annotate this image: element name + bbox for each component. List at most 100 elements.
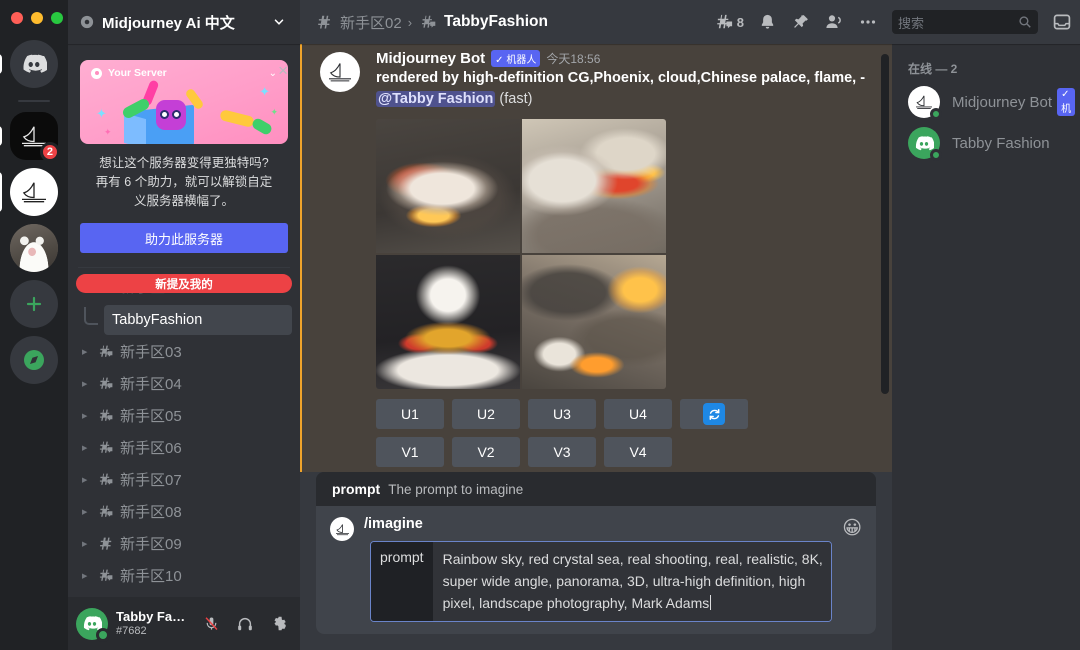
user-panel: Tabby Fas... #7682 [68, 597, 300, 650]
cat-avatar-icon[interactable] [10, 224, 58, 272]
close-icon[interactable]: × [278, 62, 288, 79]
server-dot-icon [91, 67, 102, 79]
server-notification-badge: 2 [39, 142, 60, 162]
cat-face [10, 224, 58, 272]
chevron-right-icon[interactable]: ▶ [82, 540, 92, 548]
server-midjourney-selected[interactable] [0, 168, 58, 216]
sidebar-item-channel[interactable]: ▶ 新手区04 [76, 368, 292, 399]
variation-button-v3[interactable]: V3 [528, 437, 596, 467]
server-cat[interactable] [10, 224, 58, 272]
forum-channel-icon [96, 344, 116, 360]
upscale-button-u3[interactable]: U3 [528, 399, 596, 429]
grid-image-2[interactable] [522, 119, 666, 253]
sidebar-item-channel[interactable]: ▶ 新手区09 [76, 528, 292, 559]
sidebar-item-channel[interactable]: ▶ 新手区08 [76, 496, 292, 527]
emoji-picker-button[interactable]: 😀 [842, 517, 862, 540]
guild-header[interactable]: Midjourney Ai 中文 [68, 0, 300, 44]
notifications-button[interactable] [758, 13, 777, 32]
boost-server-button[interactable]: 助力此服务器 [80, 223, 288, 253]
chevron-right-icon[interactable]: ▶ [82, 348, 92, 356]
sidebar-item-channel[interactable]: ▶ 新手区07 [76, 464, 292, 495]
status-badge [930, 149, 942, 161]
prompt-input[interactable]: Rainbow sky, red crystal sea, real shoot… [432, 542, 832, 621]
chevron-right-icon[interactable]: ▶ [82, 508, 92, 516]
midjourney-white-icon[interactable] [10, 168, 58, 216]
discord-logo-icon [23, 54, 47, 73]
message-scroll-region: Midjourney Bot ✓ 机器人 今天18:56 rendered by… [300, 44, 892, 472]
upscale-button-u2[interactable]: U2 [452, 399, 520, 429]
sidebar-item-thread-tabbyfashion[interactable]: TabbyFashion [84, 305, 292, 335]
search-input[interactable]: 搜索 [892, 10, 1038, 34]
more-options-button[interactable] [858, 12, 878, 32]
upscale-button-u4[interactable]: U4 [604, 399, 672, 429]
message-author[interactable]: Midjourney Bot [376, 50, 485, 67]
image-grid[interactable] [376, 119, 666, 389]
member-list-button[interactable] [824, 12, 844, 32]
variation-button-v1[interactable]: V1 [376, 437, 444, 467]
discord-home-icon[interactable] [10, 40, 58, 88]
sidebar-item-channel[interactable]: ▶ 新手区06 [76, 432, 292, 463]
message-scrollbar[interactable] [881, 54, 889, 394]
member-item[interactable]: Tabby Fashion [900, 123, 1072, 163]
chevron-right-icon[interactable]: ▶ [82, 444, 92, 452]
new-mentions-divider[interactable]: 新提及我的 [76, 274, 292, 293]
sidebar-item-label: 新手区06 [120, 440, 182, 457]
user-identity[interactable]: Tabby Fas... #7682 [116, 610, 190, 638]
sidebar-item-label: 新手区10 [120, 568, 182, 585]
threads-button[interactable]: 8 [715, 13, 744, 32]
mention-divider-row: ▶ 新手区 新提及我的 [68, 268, 300, 304]
chevron-right-icon[interactable]: ▶ [82, 476, 92, 484]
chevron-right-icon[interactable]: ▶ [82, 412, 92, 420]
chevron-right-icon[interactable]: ▶ [82, 380, 92, 388]
grid-image-1[interactable] [376, 119, 520, 253]
close-window-button[interactable] [11, 12, 23, 24]
main-content: 新手区02 › TabbyFashion 8 搜索 Midjourney Bot… [300, 0, 1080, 650]
variation-button-v4[interactable]: V4 [604, 437, 672, 467]
topbar-actions: 8 搜索 [715, 10, 1072, 34]
boost-banner-illustration: Your Server ⌄ ✦ ✦ ✦ ✦ [80, 60, 288, 144]
mute-microphone-button[interactable] [198, 611, 224, 637]
sidebar-item-channel[interactable]: ▶ 新手区05 [76, 400, 292, 431]
boost-promo-text: 想让这个服务器变得更独特吗? 再有 6 个助力，就可以解锁自定 义服务器横幅了。 [95, 156, 273, 208]
chevron-right-icon[interactable]: ▶ [82, 572, 92, 580]
avatar[interactable] [76, 607, 110, 642]
sidebar-item-channel[interactable]: ▶ 新手区10 [76, 560, 292, 591]
mention-chip[interactable]: @Tabby Fashion [376, 91, 496, 107]
forum-channel-icon [96, 568, 116, 584]
server-midjourney-alt[interactable]: 2 [0, 112, 60, 162]
wumpus-leg [219, 109, 255, 128]
pinned-messages-button[interactable] [791, 13, 810, 32]
minimize-window-button[interactable] [31, 12, 43, 24]
server-home[interactable] [0, 40, 58, 88]
breadcrumb-parent[interactable]: 新手区02 [340, 12, 402, 33]
bot-badge: ✓ 机 [1057, 88, 1076, 116]
inbox-button[interactable] [1052, 12, 1072, 32]
command-input-row[interactable]: /imagine prompt Rainbow sky, red crystal… [316, 506, 876, 634]
add-server-button[interactable] [10, 280, 58, 328]
prompt-argument-field[interactable]: prompt Rainbow sky, red crystal sea, rea… [370, 541, 833, 622]
explore-servers-button[interactable] [10, 336, 58, 384]
user-settings-button[interactable] [266, 611, 292, 637]
reroll-button[interactable] [680, 399, 748, 429]
member-item[interactable]: Midjourney Bot ✓ 机 [900, 82, 1076, 122]
deafen-button[interactable] [232, 611, 258, 637]
prompt-input-value: Rainbow sky, red crystal sea, real shoot… [442, 551, 823, 611]
maximize-window-button[interactable] [51, 12, 63, 24]
compass-icon[interactable] [10, 336, 58, 384]
plus-icon[interactable] [10, 280, 58, 328]
grid-image-4[interactable] [522, 255, 666, 389]
sparkle-icon: ✦ [104, 127, 112, 137]
variation-button-v2[interactable]: V2 [452, 437, 520, 467]
sidebar-item-channel[interactable]: ▶ 新手区03 [76, 336, 292, 367]
message-prompt-text: rendered by high-definition CG,Phoenix, … [376, 70, 866, 86]
sparkle-icon: ✦ [270, 107, 278, 117]
content-area: Midjourney Bot ✓ 机器人 今天18:56 rendered by… [300, 44, 1080, 650]
upscale-button-u1[interactable]: U1 [376, 399, 444, 429]
server-selected-pill [0, 172, 2, 212]
channel-list: × Your Server ⌄ ✦ ✦ ✦ ✦ 想让这个服务器变得更独特吗? 再… [68, 44, 300, 597]
grid-image-3[interactable] [376, 255, 520, 389]
text-channel-icon [96, 536, 116, 552]
avatar[interactable] [320, 52, 360, 92]
chevron-down-icon[interactable] [272, 15, 286, 29]
boost-banner-title: Your Server [108, 67, 167, 79]
